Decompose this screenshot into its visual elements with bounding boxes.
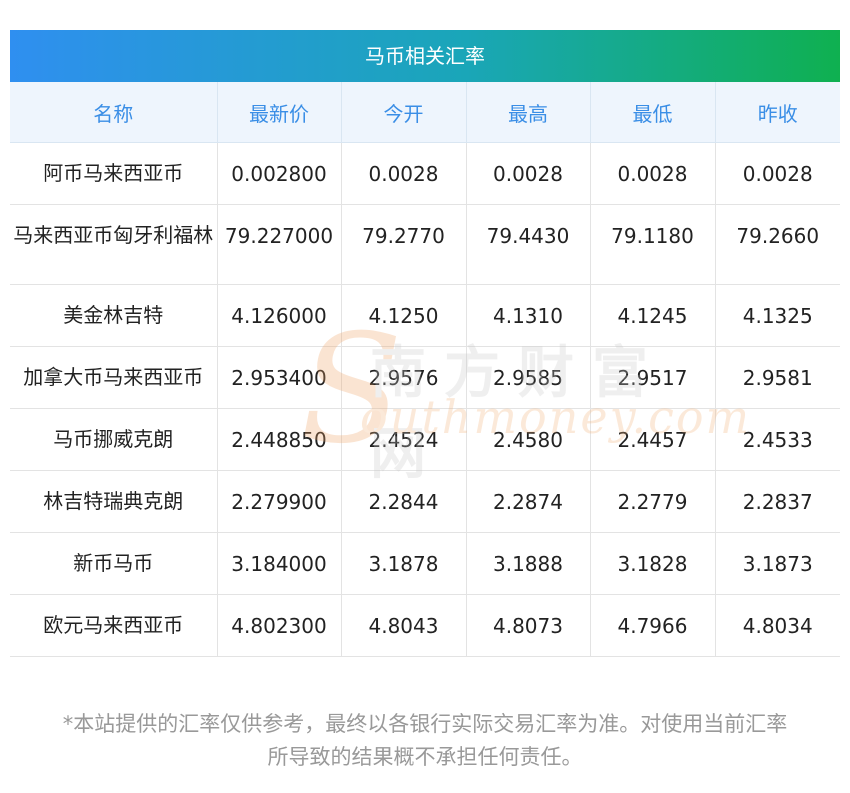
currency-pair-name: 阿币马来西亚币: [10, 142, 218, 205]
table-row: 马币挪威克朗 2.448850 2.4524 2.4580 2.4457 2.4…: [10, 408, 840, 471]
col-header-latest: 最新价: [217, 82, 342, 143]
currency-pair-name: 马来西亚币匈牙利福林: [10, 204, 218, 285]
latest-value: 2.448850: [217, 408, 342, 471]
col-header-low: 最低: [590, 82, 716, 143]
prev-close-value: 2.4533: [715, 408, 840, 471]
latest-value: 2.279900: [217, 470, 342, 533]
table-row: 林吉特瑞典克朗 2.279900 2.2844 2.2874 2.2779 2.…: [10, 470, 840, 533]
latest-value: 2.953400: [217, 346, 342, 409]
open-value: 0.0028: [341, 142, 467, 205]
header-row: 名称 最新价 今开 最高 最低 昨收: [10, 82, 840, 143]
currency-pair-name: 新币马币: [10, 532, 218, 595]
open-value: 2.2844: [341, 470, 467, 533]
table-title: 马币相关汇率: [10, 30, 840, 82]
open-value: 2.4524: [341, 408, 467, 471]
latest-value: 3.184000: [217, 532, 342, 595]
high-value: 2.9585: [466, 346, 591, 409]
table-row: 欧元马来西亚币 4.802300 4.8043 4.8073 4.7966 4.…: [10, 594, 840, 657]
open-value: 2.9576: [341, 346, 467, 409]
latest-value: 0.002800: [217, 142, 342, 205]
rates-panel: 马币相关汇率 名称 最新价 今开 最高 最低 昨收 阿币马来西亚币 0.0028…: [10, 30, 840, 657]
prev-close-value: 2.2837: [715, 470, 840, 533]
table-row: 阿币马来西亚币 0.002800 0.0028 0.0028 0.0028 0.…: [10, 142, 840, 205]
currency-pair-name: 林吉特瑞典克朗: [10, 470, 218, 533]
low-value: 2.4457: [590, 408, 716, 471]
prev-close-value: 4.1325: [715, 284, 840, 347]
prev-close-value: 0.0028: [715, 142, 840, 205]
currency-pair-name: 美金林吉特: [10, 284, 218, 347]
low-value: 3.1828: [590, 532, 716, 595]
disclaimer-line-2: 所导致的结果概不承担任何责任。: [267, 745, 583, 769]
low-value: 2.9517: [590, 346, 716, 409]
high-value: 4.1310: [466, 284, 591, 347]
prev-close-value: 79.2660: [715, 204, 840, 285]
rates-table: 名称 最新价 今开 最高 最低 昨收 阿币马来西亚币 0.002800 0.00…: [10, 82, 840, 657]
disclaimer: *本站提供的汇率仅供参考，最终以各银行实际交易汇率为准。对使用当前汇率 所导致的…: [0, 708, 850, 774]
low-value: 4.1245: [590, 284, 716, 347]
currency-pair-name: 欧元马来西亚币: [10, 594, 218, 657]
col-header-open: 今开: [341, 82, 467, 143]
latest-value: 79.227000: [217, 204, 342, 285]
open-value: 79.2770: [341, 204, 467, 285]
currency-pair-name: 加拿大币马来西亚币: [10, 346, 218, 409]
low-value: 0.0028: [590, 142, 716, 205]
low-value: 4.7966: [590, 594, 716, 657]
col-header-prev-close: 昨收: [715, 82, 840, 143]
table-row: 新币马币 3.184000 3.1878 3.1888 3.1828 3.187…: [10, 532, 840, 595]
prev-close-value: 4.8034: [715, 594, 840, 657]
table-row: 马来西亚币匈牙利福林 79.227000 79.2770 79.4430 79.…: [10, 204, 840, 285]
col-header-name: 名称: [10, 82, 218, 143]
table-row: 美金林吉特 4.126000 4.1250 4.1310 4.1245 4.13…: [10, 284, 840, 347]
open-value: 3.1878: [341, 532, 467, 595]
high-value: 4.8073: [466, 594, 591, 657]
latest-value: 4.126000: [217, 284, 342, 347]
prev-close-value: 3.1873: [715, 532, 840, 595]
open-value: 4.1250: [341, 284, 467, 347]
high-value: 0.0028: [466, 142, 591, 205]
high-value: 3.1888: [466, 532, 591, 595]
table-row: 加拿大币马来西亚币 2.953400 2.9576 2.9585 2.9517 …: [10, 346, 840, 409]
high-value: 2.4580: [466, 408, 591, 471]
open-value: 4.8043: [341, 594, 467, 657]
high-value: 79.4430: [466, 204, 591, 285]
currency-pair-name: 马币挪威克朗: [10, 408, 218, 471]
col-header-high: 最高: [466, 82, 591, 143]
latest-value: 4.802300: [217, 594, 342, 657]
low-value: 79.1180: [590, 204, 716, 285]
disclaimer-line-1: *本站提供的汇率仅供参考，最终以各银行实际交易汇率为准。对使用当前汇率: [62, 712, 788, 736]
high-value: 2.2874: [466, 470, 591, 533]
prev-close-value: 2.9581: [715, 346, 840, 409]
low-value: 2.2779: [590, 470, 716, 533]
